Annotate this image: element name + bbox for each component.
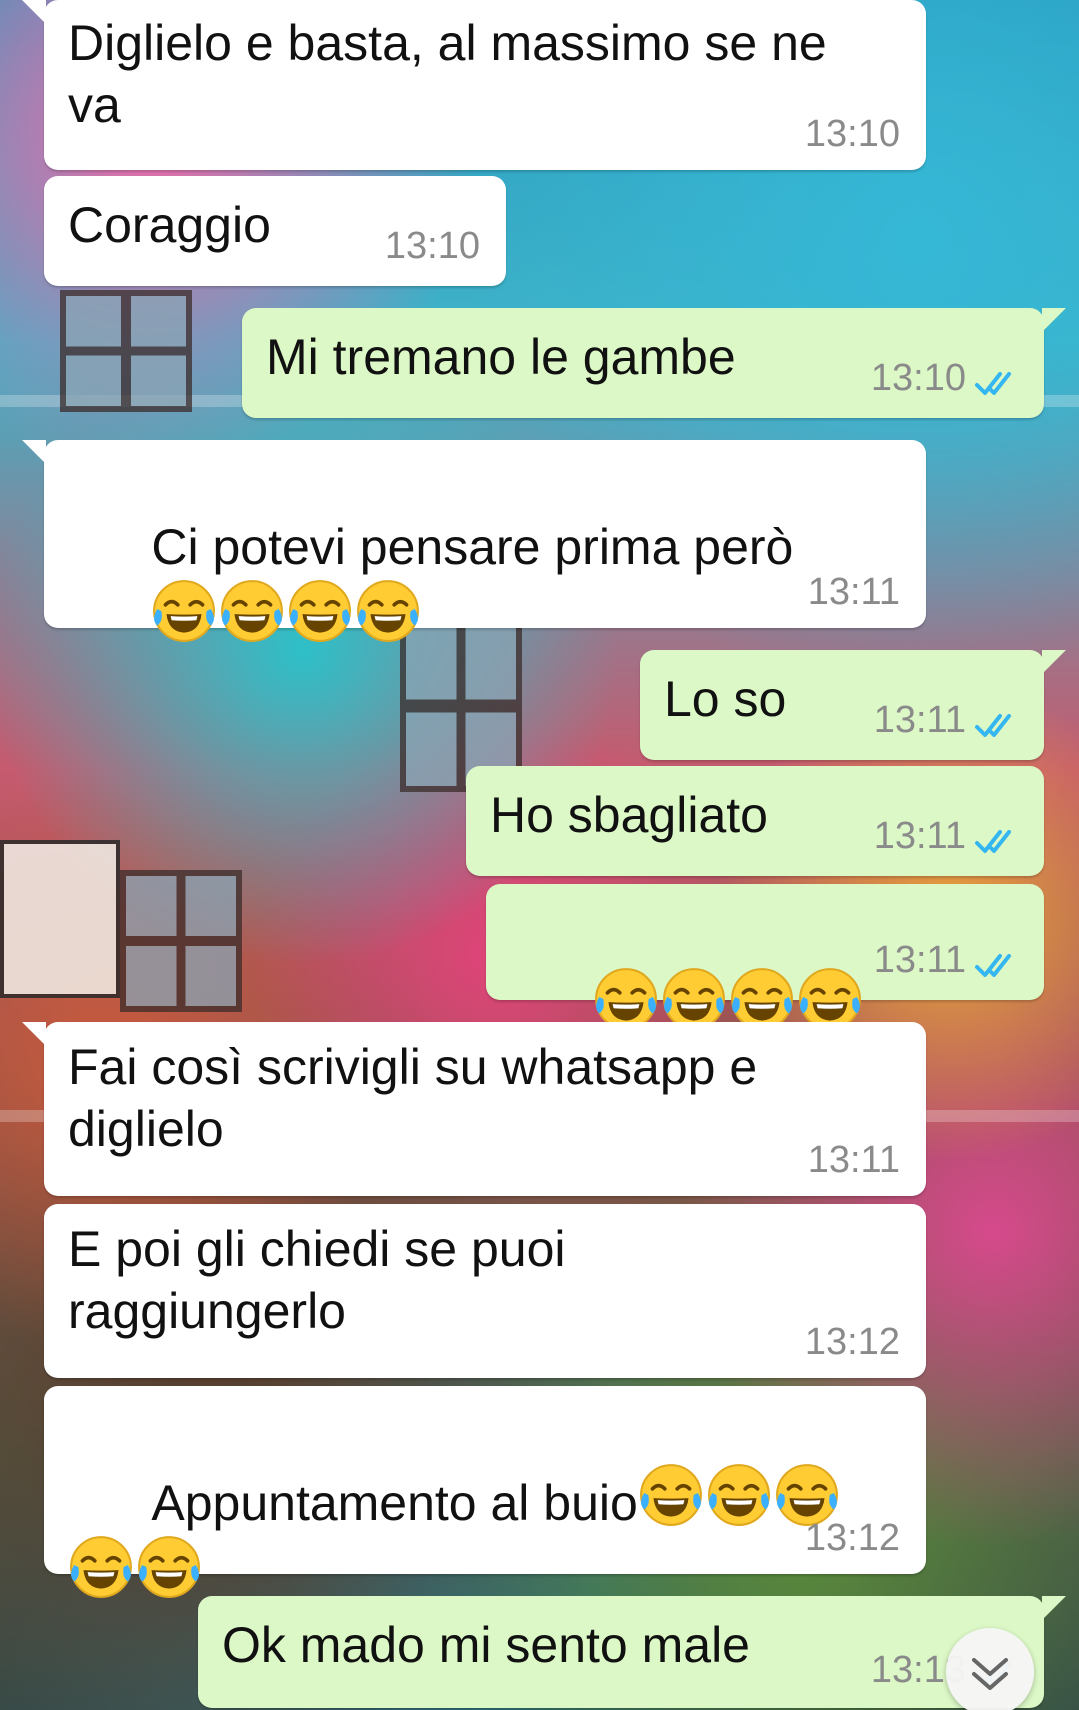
double-check-icon xyxy=(975,830,1011,853)
double-check-icon xyxy=(975,372,1011,395)
double-check-icon xyxy=(975,954,1011,977)
message-text: Lo so xyxy=(664,671,787,727)
tears-of-joy-emoji xyxy=(70,1536,132,1598)
message-time: 13:11 xyxy=(873,815,966,857)
message-time: 13:10 xyxy=(804,113,900,155)
message-text: Fai così scrivigli su whatsapp e digliel… xyxy=(68,1039,758,1157)
message-time: 13:10 xyxy=(384,225,480,267)
message-bubble-outgoing[interactable]: Ho sbagliato 13:11 xyxy=(466,766,1044,876)
message-time: 13:12 xyxy=(804,1517,900,1559)
message-text: E poi gli chiedi se puoi raggiungerlo xyxy=(68,1221,566,1339)
message-text-content: Ci potevi pensare prima però xyxy=(151,519,794,575)
tears-of-joy-emoji xyxy=(138,1536,200,1598)
message-time: 13:11 xyxy=(807,571,900,613)
message-bubble-incoming[interactable]: Ci potevi pensare prima però 13:11 xyxy=(22,440,926,642)
message-text: Mi tremano le gambe xyxy=(266,329,736,385)
tears-of-joy-emoji xyxy=(707,1464,770,1526)
message-text: Coraggio xyxy=(68,197,271,253)
message-text: Ok mado mi sento male xyxy=(222,1617,750,1673)
wallpaper-sign xyxy=(0,840,120,998)
tears-of-joy-emoji xyxy=(639,1464,702,1526)
message-bubble-incoming[interactable]: Coraggio 13:10 xyxy=(44,176,506,286)
message-time: 13:11 xyxy=(807,1139,900,1181)
message-time: 13:10 xyxy=(870,357,966,399)
message-text: Ho sbagliato xyxy=(490,787,768,843)
message-time: 13:12 xyxy=(804,1321,900,1363)
message-bubble-incoming[interactable]: Appuntamento al buio 13:12 xyxy=(44,1386,926,1598)
message-bubble-outgoing[interactable]: Mi tremano le gambe 13:10 xyxy=(242,308,1066,418)
message-text-content: Appuntamento al buio xyxy=(151,1475,638,1531)
chat-screen: Diglielo e basta, al massimo se ne va 13… xyxy=(0,0,1079,1710)
wallpaper-window xyxy=(120,870,242,1012)
scroll-to-bottom-button[interactable] xyxy=(946,1628,1034,1710)
chevron-double-down-icon xyxy=(972,1658,1008,1690)
message-time: 13:11 xyxy=(873,939,966,981)
message-bubble-outgoing[interactable]: 13:11 xyxy=(486,884,1044,1030)
message-bubble-outgoing[interactable]: Ok mado mi sento male 13:13 xyxy=(198,1596,1066,1708)
tears-of-joy-emoji xyxy=(289,580,352,642)
emoji-run xyxy=(151,580,423,647)
tears-of-joy-emoji xyxy=(221,580,284,642)
tears-of-joy-emoji xyxy=(357,580,420,642)
wallpaper-window xyxy=(60,290,192,412)
message-bubble-outgoing[interactable]: Lo so 13:11 xyxy=(640,650,1066,760)
message-bubble-incoming[interactable]: Fai così scrivigli su whatsapp e digliel… xyxy=(22,1022,926,1196)
tears-of-joy-emoji xyxy=(153,580,216,642)
message-text: Diglielo e basta, al massimo se ne va xyxy=(68,15,827,133)
message-bubble-incoming[interactable]: E poi gli chiedi se puoi raggiungerlo 13… xyxy=(44,1204,926,1378)
double-check-icon xyxy=(975,714,1011,737)
message-bubble-incoming[interactable]: Diglielo e basta, al massimo se ne va 13… xyxy=(22,0,926,170)
message-time: 13:11 xyxy=(873,699,966,741)
